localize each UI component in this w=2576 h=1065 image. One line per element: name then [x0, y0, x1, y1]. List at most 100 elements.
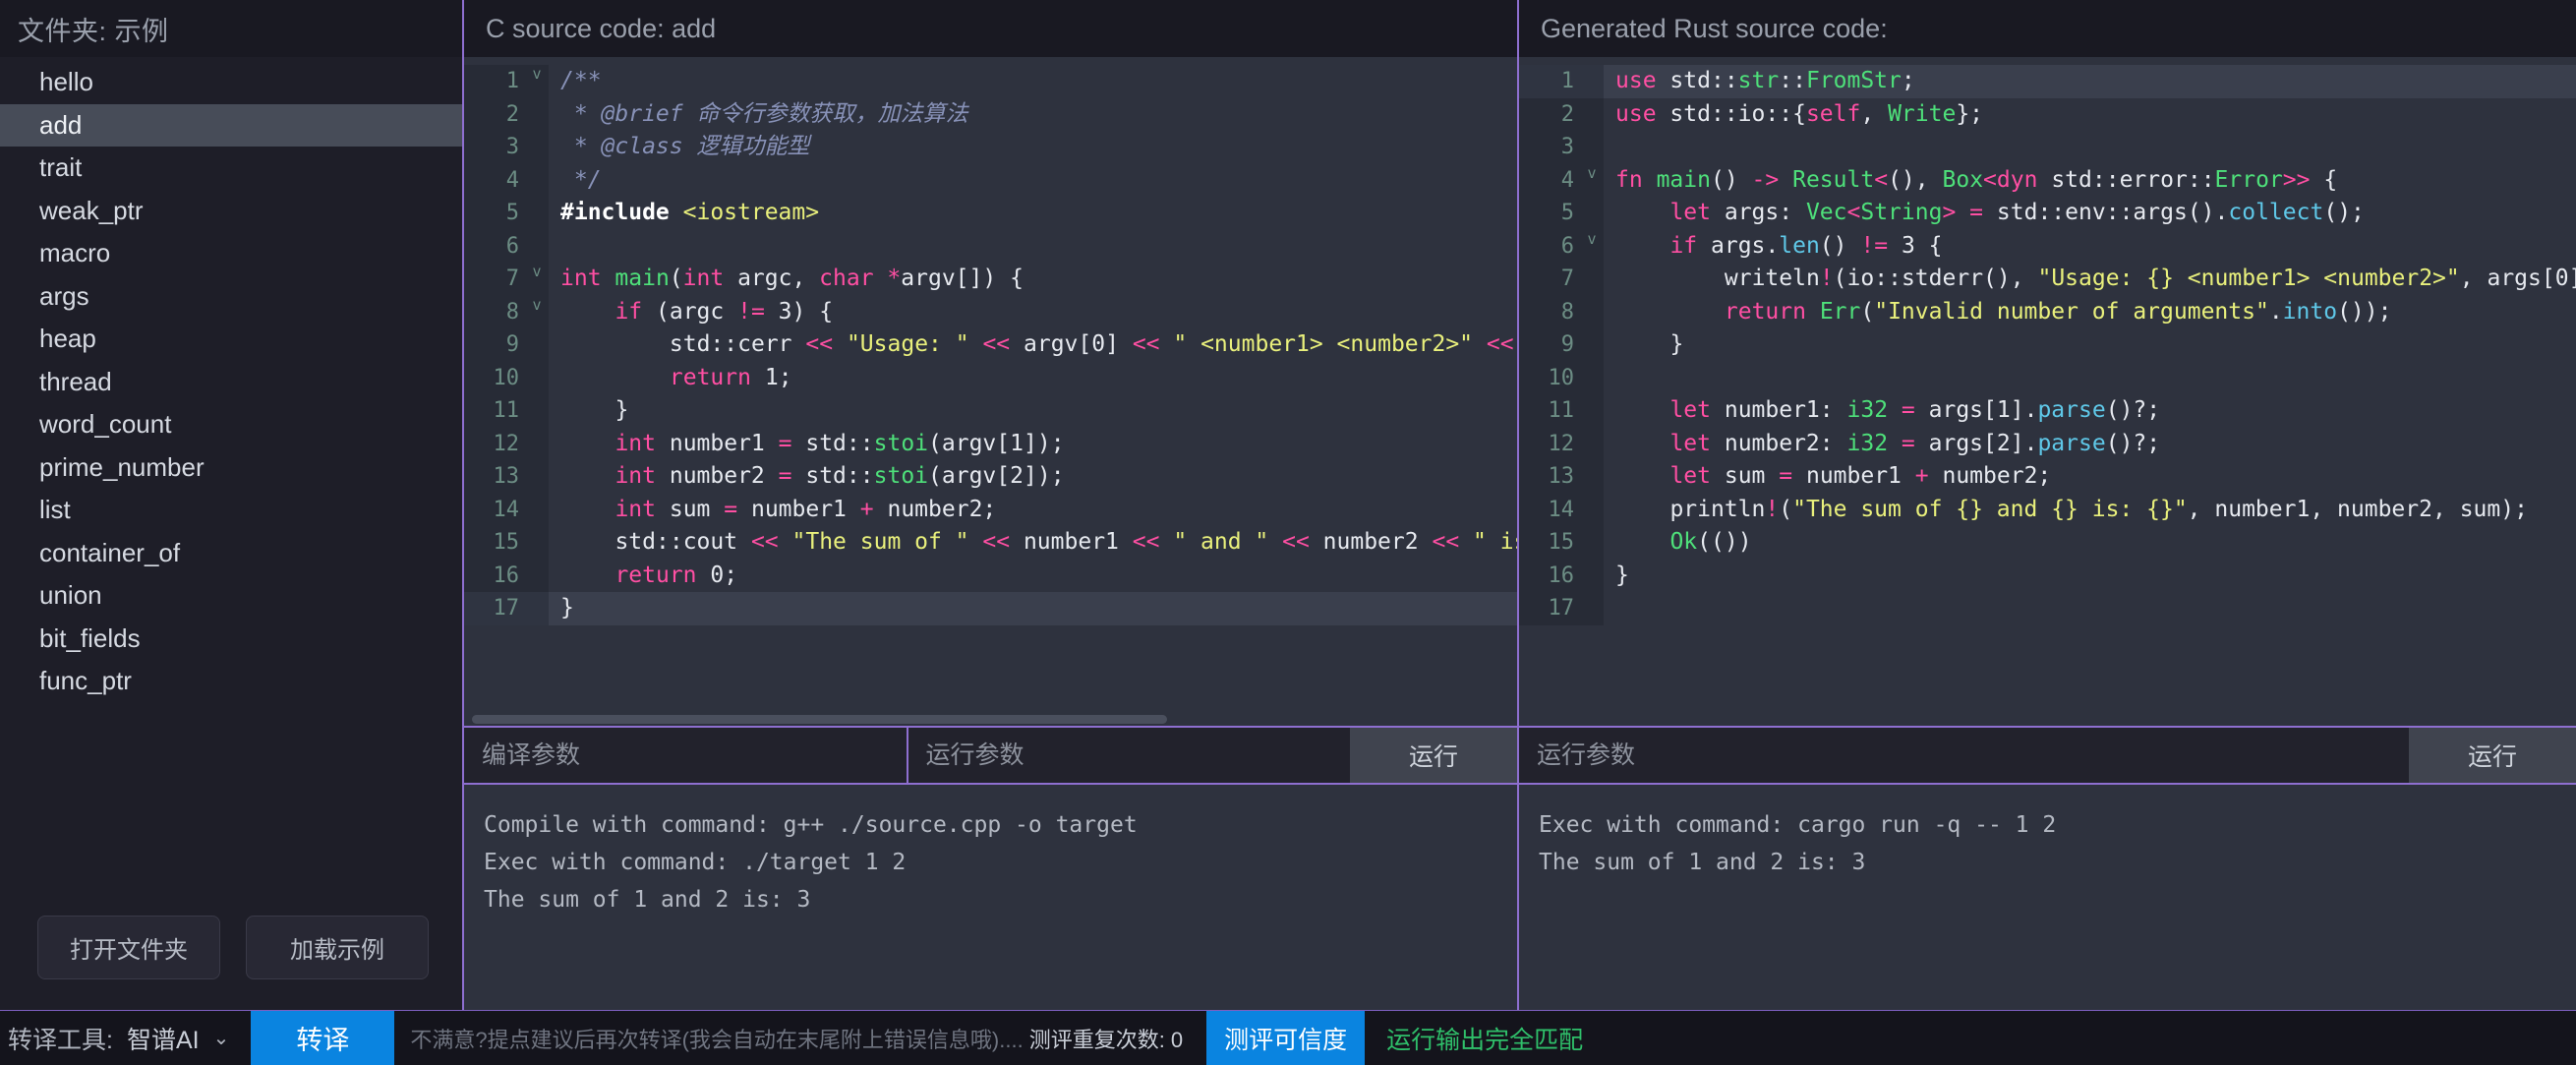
code-line[interactable]: 2 use std::io::{self, Write}; [1519, 97, 2576, 131]
code-line[interactable]: 6v if args.len() != 3 { [1519, 229, 2576, 263]
line-number: 3 [464, 131, 525, 164]
file-item[interactable]: weak_ptr [0, 190, 462, 233]
file-item[interactable]: hello [0, 61, 462, 104]
code-line[interactable]: 7 writeln!(io::stderr(), "Usage: {} <num… [1519, 263, 2576, 296]
file-item[interactable]: thread [0, 361, 462, 404]
code-line[interactable]: 1 v /** [464, 65, 1517, 98]
file-item[interactable]: prime_number [0, 446, 462, 490]
code-line[interactable]: 12 let number2: i32 = args[2].parse()?; [1519, 427, 2576, 460]
code-line[interactable]: 7 v int main(int argc, char *argv[]) { [464, 263, 1517, 296]
chevron-down-icon[interactable]: ⌄ [213, 1026, 230, 1050]
file-item-label: func_ptr [39, 666, 132, 696]
file-item[interactable]: list [0, 489, 462, 532]
code-text: return Err("Invalid number of arguments"… [1724, 298, 2392, 325]
file-item[interactable]: add [0, 103, 462, 147]
code-text: std::cout << "The sum of " << number1 <<… [615, 529, 1517, 555]
c-run-button[interactable]: 运行 [1350, 728, 1517, 783]
code-line[interactable]: 1 use std::str::FromStr; [1519, 65, 2576, 98]
file-item-label: union [39, 580, 102, 611]
code-line[interactable]: 8v if (argc != 3) { [464, 295, 1517, 328]
code-line[interactable]: 11 let number1: i32 = args[1].parse()?; [1519, 394, 2576, 428]
fold-spacer [1580, 592, 1604, 625]
fold-toggle-icon[interactable]: v [525, 65, 549, 98]
line-number: 1 [1519, 65, 1580, 98]
file-item[interactable]: args [0, 275, 462, 319]
c-code-area[interactable]: 1 v/** 2 * @brief 命令行参数获取，加法算法 3 * @class 逻… [464, 57, 1517, 712]
file-item[interactable]: func_ptr [0, 660, 462, 703]
app-window: 文件夹: 示例 hello add trait weak_ptr macro args he… [0, 0, 2576, 1065]
rust-run-params-input[interactable] [1519, 728, 2409, 783]
fold-spacer [1580, 328, 1604, 362]
load-example-button[interactable]: 加载示例 [246, 915, 429, 979]
eval-repeat-count: 测评重复次数: 0 [1028, 1027, 1184, 1052]
code-line[interactable]: 5 #include <iostream> [464, 197, 1517, 230]
fold-spacer [1580, 295, 1604, 328]
line-number: 7 [1519, 263, 1580, 296]
line-number: 4 [1519, 163, 1580, 197]
code-line[interactable]: 17} [464, 592, 1517, 625]
file-item[interactable]: union [0, 574, 462, 618]
code-text: } [615, 397, 629, 423]
code-line[interactable]: 10 return 1; [464, 361, 1517, 394]
code-text: fn main() -> Result<(), Box<dyn std::err… [1615, 166, 2338, 193]
file-item-label: hello [39, 67, 93, 97]
code-text: writeln!(io::stderr(), "Usage: {} <numbe… [1724, 266, 2576, 291]
code-line[interactable]: 15 std::cout << "The sum of " << number1… [464, 526, 1517, 560]
translate-button[interactable]: 转译 [251, 1011, 395, 1065]
compile-params-input[interactable] [464, 728, 907, 783]
code-line[interactable]: 4 v fn main() -> Result<(), Box<dyn std::e… [1519, 163, 2576, 197]
code-line[interactable]: 3 * @class 逻辑功能型 [464, 131, 1517, 164]
file-item-label: trait [39, 152, 83, 183]
eval-confidence-button[interactable]: 测评可信度 [1206, 1011, 1366, 1065]
code-line[interactable]: 3 [1519, 131, 2576, 164]
rust-params-bar: 运行 [1519, 726, 2576, 785]
code-line[interactable]: 10 [1519, 361, 2576, 394]
code-line[interactable]: 4 */ [464, 163, 1517, 197]
file-item[interactable]: word_count [0, 403, 462, 446]
c-horizontal-scrollbar[interactable] [464, 712, 1517, 726]
fold-spacer [1580, 361, 1604, 394]
fold-toggle-icon[interactable]: v [1580, 229, 1604, 263]
open-folder-button[interactable]: 打开文件夹 [37, 915, 220, 979]
fold-spacer [1580, 493, 1604, 526]
fold-spacer [525, 559, 549, 592]
code-line[interactable]: 9 std::cerr << "Usage: " << argv[0] << "… [464, 328, 1517, 362]
fold-toggle-icon[interactable]: v [1580, 163, 1604, 197]
code-line[interactable]: 14 println!("The sum of {} and {} is: {}… [1519, 493, 2576, 526]
code-line[interactable]: 13 let sum = number1 + number2; [1519, 460, 2576, 494]
c-run-params-input[interactable] [907, 728, 1350, 783]
line-number: 11 [1519, 394, 1580, 428]
rust-editor[interactable]: 1 use std::str::FromStr; 2 use std::io::{se… [1519, 57, 2576, 726]
code-text: return 0; [615, 562, 738, 588]
file-item[interactable]: bit_fields [0, 618, 462, 661]
file-item-label: prime_number [39, 451, 205, 482]
code-line[interactable]: 15 Ok(()) [1519, 526, 2576, 560]
line-number: 17 [464, 592, 525, 625]
code-line[interactable]: 5 let args: Vec<String> = std::env::args… [1519, 197, 2576, 230]
translate-tool-label: 转译工具: [8, 1026, 113, 1054]
code-line[interactable]: 16} [1519, 559, 2576, 592]
translate-tool-selector[interactable]: 转译工具: 智谱AI ⌄ [0, 1011, 252, 1065]
file-item[interactable]: heap [0, 318, 462, 361]
rust-code-area[interactable]: 1 use std::str::FromStr; 2 use std::io::{se… [1519, 57, 2576, 726]
file-item[interactable]: container_of [0, 532, 462, 575]
code-line[interactable]: 11 } [464, 394, 1517, 428]
code-line[interactable]: 6 [464, 229, 1517, 263]
code-line[interactable]: 8 return Err("Invalid number of argument… [1519, 295, 2576, 328]
rust-run-button[interactable]: 运行 [2409, 728, 2576, 783]
code-line[interactable]: 9 } [1519, 328, 2576, 362]
file-item[interactable]: macro [0, 232, 462, 275]
c-source-panel: C source code: add 1 v/** 2 * @brief 命令行参数… [464, 0, 1519, 1010]
fold-toggle-icon[interactable]: v [525, 295, 549, 328]
code-line[interactable]: 14 int sum = number1 + number2; [464, 493, 1517, 526]
code-line[interactable]: 13 int number2 = std::stoi(argv[2]); [464, 460, 1517, 494]
c-scrollbar-thumb[interactable] [472, 715, 1167, 724]
c-editor[interactable]: 1 v/** 2 * @brief 命令行参数获取，加法算法 3 * @class 逻… [464, 57, 1517, 726]
c-panel-header: C source code: add [464, 0, 1517, 57]
code-line[interactable]: 2 * @brief 命令行参数获取，加法算法 [464, 97, 1517, 131]
code-line[interactable]: 16 return 0; [464, 559, 1517, 592]
file-item[interactable]: trait [0, 147, 462, 190]
code-text: let number1: i32 = args[1].parse()?; [1669, 397, 2161, 423]
code-line[interactable]: 17 [1519, 592, 2576, 625]
code-line[interactable]: 12 int number1 = std::stoi(argv[1]); [464, 427, 1517, 460]
